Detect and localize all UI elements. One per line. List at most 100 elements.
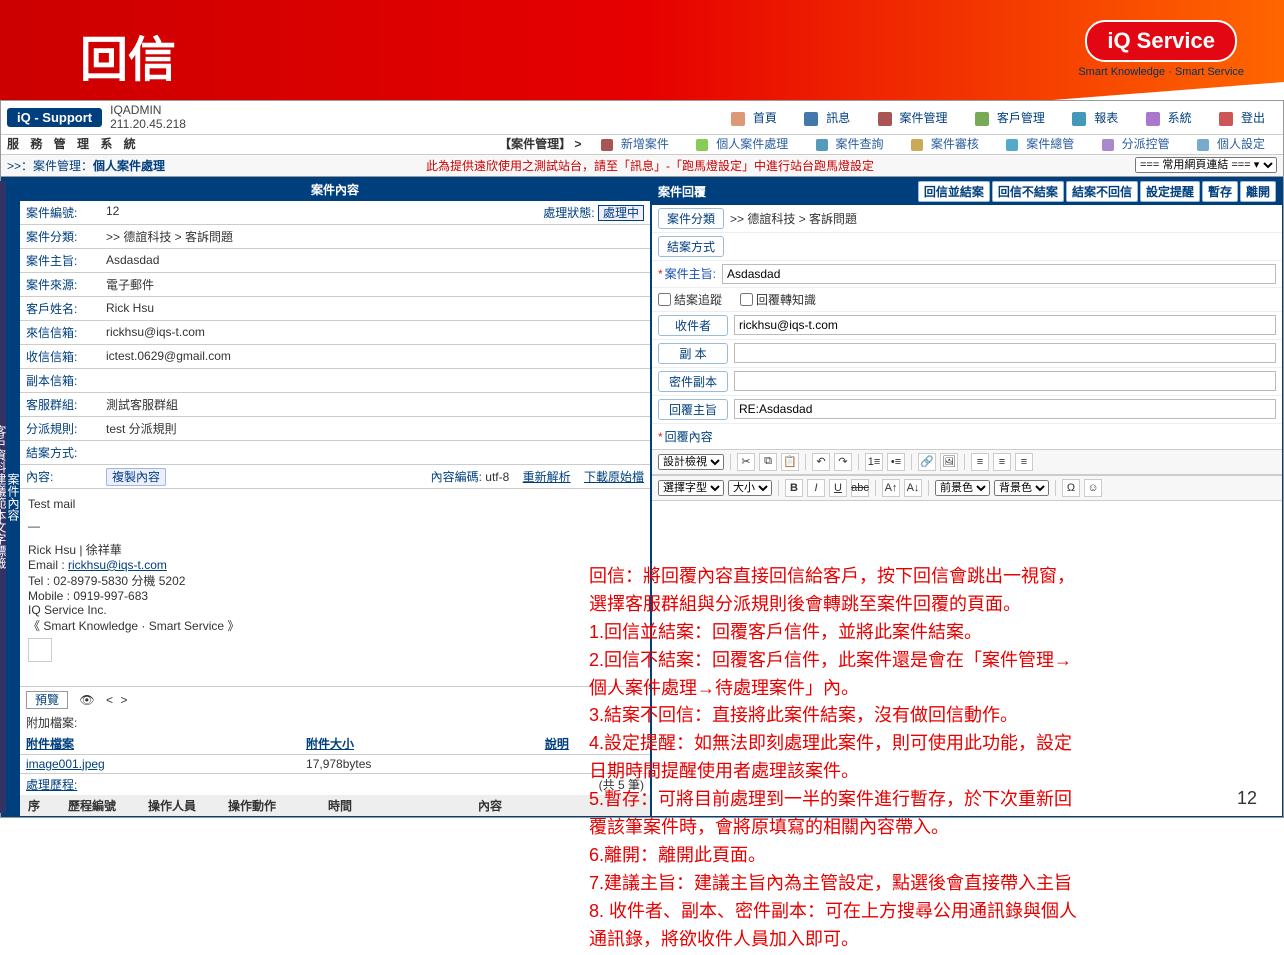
tb-forecolor[interactable]: 前景色 [935, 480, 990, 496]
category-row: 案件分類 >> 德誼科技 > 客訴問題 [652, 205, 1282, 233]
history-columns: 序 歷程編號 操作人員 操作動作 時間 內容 [20, 795, 650, 816]
image-icon[interactable]: 🖼 [940, 453, 958, 471]
main-nav: 首頁 訊息 案件管理 客戶管理 報表 系統 登出 [719, 109, 1277, 126]
message-icon [804, 112, 818, 126]
nav-home[interactable]: 首頁 [725, 111, 783, 125]
value-cc [100, 368, 650, 392]
link-icon[interactable]: 🔗 [918, 453, 936, 471]
symbol-icon[interactable]: Ω [1062, 479, 1080, 497]
label-reply-subject: 案件主旨: [665, 267, 716, 281]
recipient-button[interactable]: 收件者 [658, 315, 728, 336]
reply-and-close-button[interactable]: 回信並結案 [918, 181, 990, 202]
tb-design-view[interactable]: 設計檢視 [658, 454, 724, 470]
emoji-icon[interactable]: ☺ [1084, 479, 1102, 497]
case-subject-input[interactable] [722, 264, 1276, 284]
label-cc: 副本信箱: [20, 368, 100, 392]
tb-font-select[interactable]: 選擇字型 [658, 480, 724, 496]
bcc-button[interactable]: 密件副本 [658, 371, 728, 392]
logo-pill: iQ Service [1085, 20, 1237, 62]
label-from: 來信信箱: [20, 320, 100, 344]
settings-icon [1197, 139, 1209, 151]
system-name: 服 務 管 理 系 統 [7, 135, 140, 152]
attachment-link[interactable]: image001.jpeg [26, 757, 105, 771]
label-rule: 分派規則: [20, 416, 100, 440]
align-right-icon[interactable]: ≡ [1015, 453, 1033, 471]
subnav-personal-settings[interactable]: 個人設定 [1191, 137, 1271, 151]
label-status: 處理狀態: [543, 206, 594, 220]
source-icon[interactable] [106, 693, 128, 707]
nav-reports[interactable]: 報表 [1066, 111, 1124, 125]
checkbox-row: 結案追蹤 回覆轉知識 [652, 288, 1282, 312]
label-case-no: 案件編號: [20, 201, 100, 225]
nav-logout[interactable]: 登出 [1213, 111, 1271, 125]
align-left-icon[interactable]: ≡ [971, 453, 989, 471]
ul-icon[interactable]: •≡ [887, 453, 905, 471]
align-center-icon[interactable]: ≡ [993, 453, 1011, 471]
history-header: 處理歷程: (共 5 筆) [20, 773, 650, 795]
cc-input[interactable] [734, 343, 1276, 363]
sidebar-section-case[interactable]: 案件內容 [6, 181, 19, 813]
annotation-overlay: 回信：將回覆內容直接回信給客戶，按下回信會跳出一視窗， 選擇客服群組與分派規則後… [587, 561, 1273, 955]
sig-email: Email : rickhsu@iqs-t.com [28, 558, 642, 572]
ol-icon[interactable]: 1≡ [865, 453, 883, 471]
italic-icon[interactable]: I [807, 479, 825, 497]
tb-backcolor[interactable]: 背景色 [994, 480, 1049, 496]
underline-icon[interactable]: U [829, 479, 847, 497]
bold-icon[interactable]: B [785, 479, 803, 497]
value-group: 測試客服群組 [100, 392, 650, 416]
sidebar-section-other[interactable]: 客戶資料建議範本文字標籤 [0, 181, 6, 813]
nav-system[interactable]: 系統 [1140, 111, 1198, 125]
leave-button[interactable]: 離開 [1240, 181, 1276, 202]
cc-button[interactable]: 副 本 [658, 343, 728, 364]
value-close-method [100, 440, 650, 464]
quick-links-select[interactable]: === 常用網頁連結 === ▾ [1135, 157, 1277, 173]
user-ip: 211.20.45.218 [110, 117, 186, 131]
download-raw-link[interactable]: 下載原始檔 [584, 470, 644, 484]
subnav-case-review[interactable]: 案件審核 [905, 137, 985, 151]
reply-subject-input[interactable] [734, 399, 1276, 419]
cut-icon[interactable]: ✂ [737, 453, 755, 471]
close-method-button[interactable]: 結案方式 [658, 236, 724, 257]
subnav-case-master[interactable]: 案件總管 [1000, 137, 1080, 151]
tb-size-select[interactable]: 大小 [728, 480, 772, 496]
history-link[interactable]: 處理歷程: [26, 776, 77, 793]
redo-icon[interactable]: ↷ [834, 453, 852, 471]
strike-icon[interactable]: abc [851, 479, 869, 497]
case-category-button[interactable]: 案件分類 [658, 208, 724, 229]
value-from: rickhsu@iqs-t.com [100, 320, 650, 344]
close-no-reply-button[interactable]: 結案不回信 [1066, 181, 1138, 202]
subnav-new-case[interactable]: 新增案件 [595, 137, 675, 151]
subnav-case-query[interactable]: 案件查詢 [810, 137, 890, 151]
dispatch-icon [1102, 139, 1114, 151]
subnav-personal-case[interactable]: 個人案件處理 [690, 137, 794, 151]
sig-tel: Tel : 02-8979-5830 分機 5202 [28, 572, 642, 589]
save-draft-button[interactable]: 暫存 [1202, 181, 1238, 202]
reply-to-kb-checkbox[interactable]: 回覆轉知識 [740, 291, 816, 308]
recipient-input[interactable] [734, 315, 1276, 335]
sup-icon[interactable]: A↑ [882, 479, 900, 497]
reparse-link[interactable]: 重新解析 [523, 470, 571, 484]
undo-icon[interactable]: ↶ [812, 453, 830, 471]
cc-row: 副 本 [652, 340, 1282, 368]
reply-no-close-button[interactable]: 回信不結案 [992, 181, 1064, 202]
reply-subject-button[interactable]: 回覆主旨 [658, 399, 728, 420]
sub-icon[interactable]: A↓ [904, 479, 922, 497]
eye-icon[interactable] [79, 693, 94, 707]
label-subject: 案件主旨: [20, 248, 100, 272]
copy-content-button[interactable]: 複製內容 [106, 468, 166, 486]
reply-subject-row: 回覆主旨 [652, 396, 1282, 424]
track-close-checkbox[interactable]: 結案追蹤 [658, 291, 722, 308]
copy-icon[interactable]: ⧉ [759, 453, 777, 471]
nav-customer-mgmt[interactable]: 客戶管理 [969, 111, 1051, 125]
paste-icon[interactable]: 📋 [781, 453, 799, 471]
preview-button[interactable]: 預覽 [26, 691, 68, 709]
set-reminder-button[interactable]: 設定提醒 [1140, 181, 1200, 202]
customer-icon [975, 112, 989, 126]
breadcrumb-bar: >>：案件管理：個人案件處理 此為提供遠欣使用之測試站台，請至「訊息」-「跑馬燈… [1, 154, 1283, 177]
nav-messages[interactable]: 訊息 [798, 111, 856, 125]
user-info: IQADMIN 211.20.45.218 [110, 103, 186, 132]
subnav-dispatch[interactable]: 分派控管 [1096, 137, 1176, 151]
slide-header: 回信 iQ Service Smart Knowledge · Smart Se… [0, 0, 1284, 100]
nav-case-mgmt[interactable]: 案件管理 [872, 111, 954, 125]
bcc-input[interactable] [734, 371, 1276, 391]
